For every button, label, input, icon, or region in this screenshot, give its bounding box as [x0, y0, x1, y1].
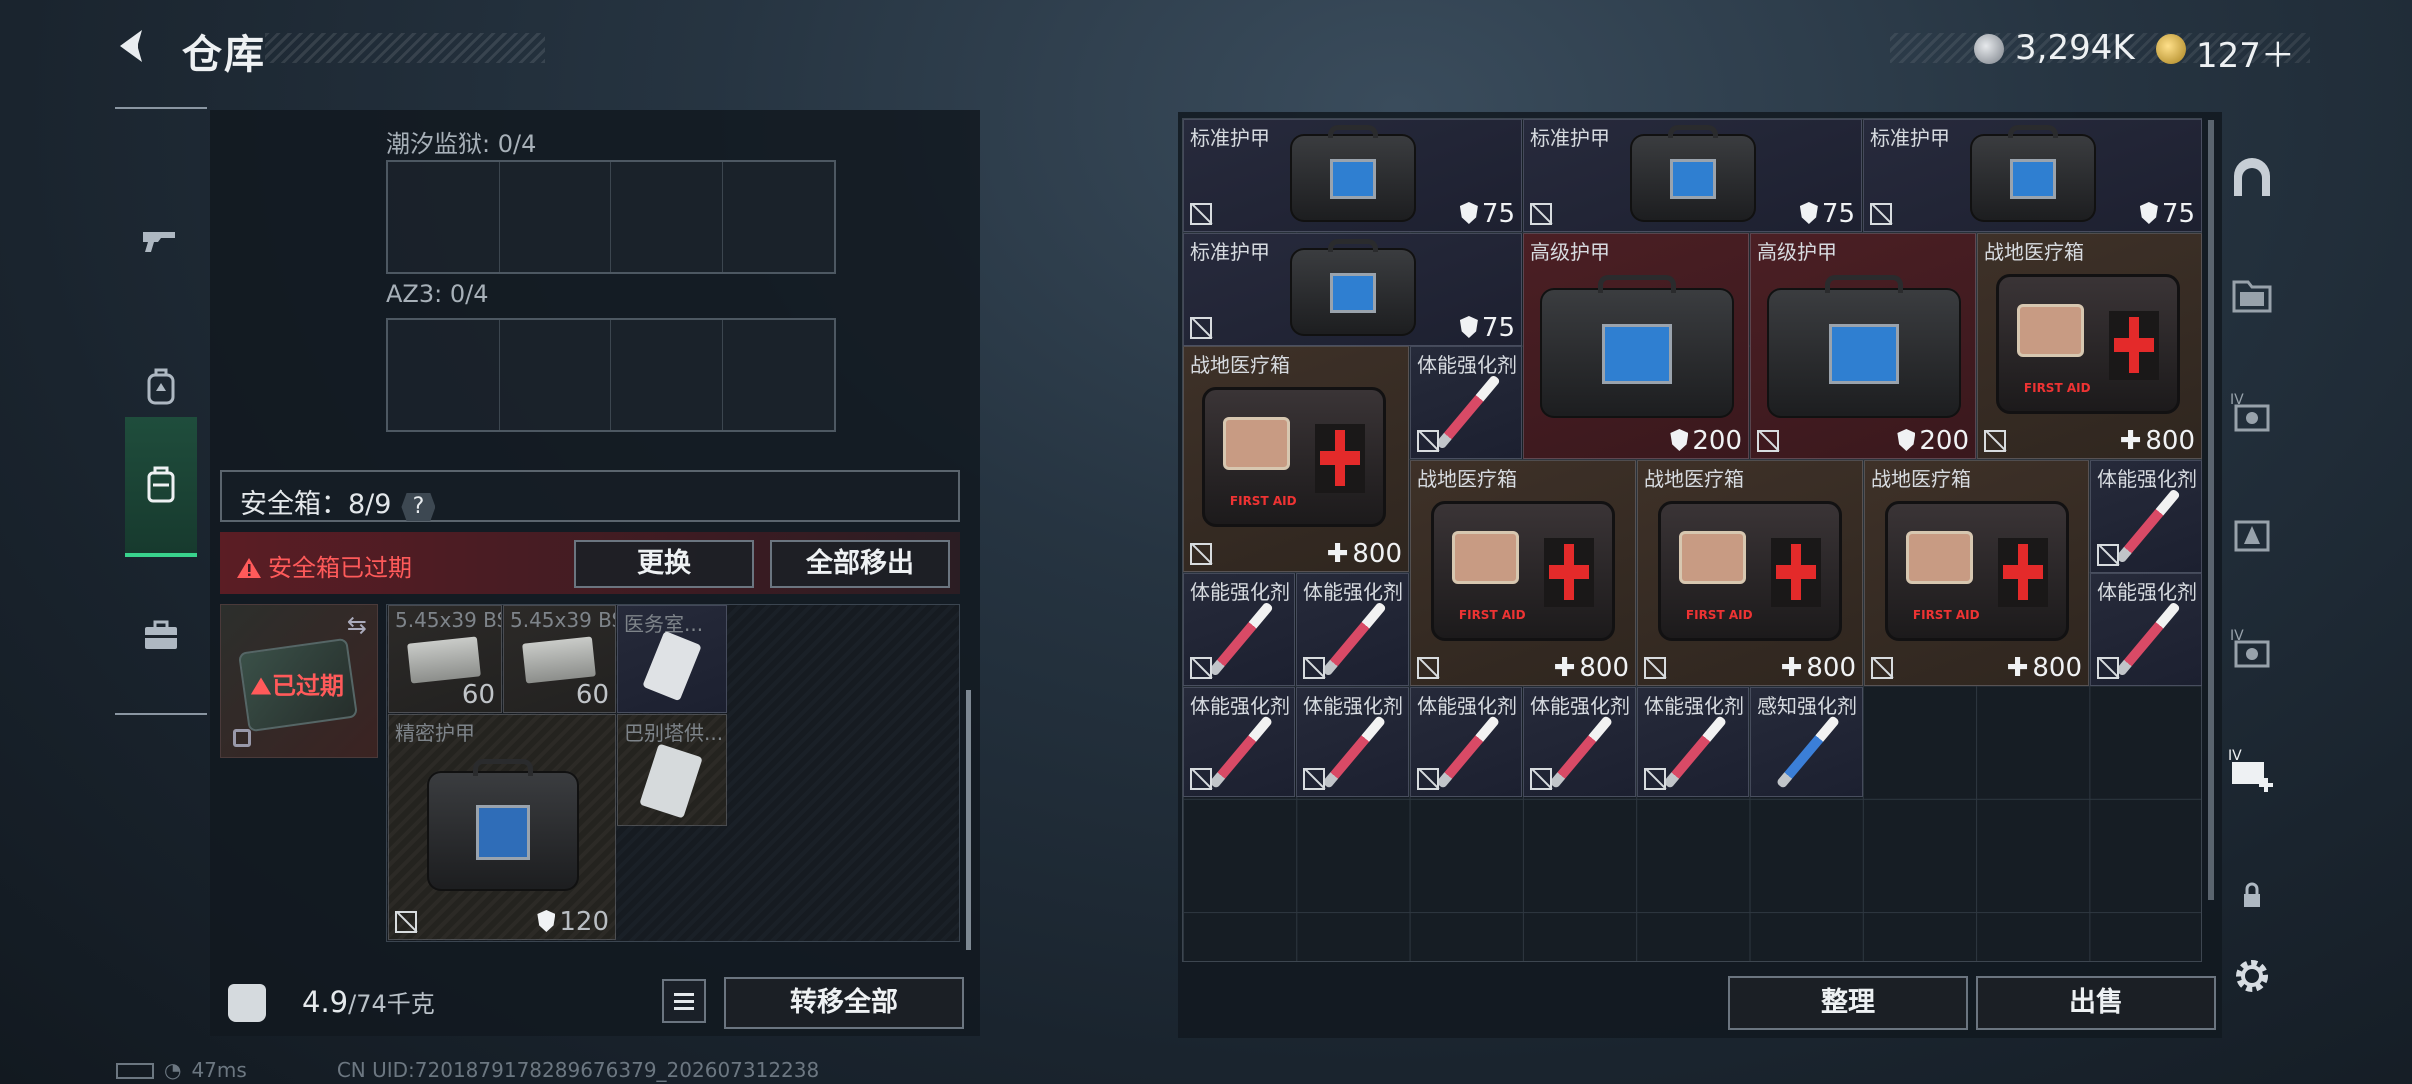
safebox-title: 安全箱：8/9	[240, 489, 392, 520]
inventory-item[interactable]: 精密护甲 120	[388, 714, 616, 940]
storage-iv-2-icon[interactable]: IV	[2226, 624, 2278, 676]
carry-weight: 4.9/74千克	[302, 985, 435, 1019]
left-category-nav	[115, 107, 207, 715]
storage-iv-icon[interactable]: IV	[2226, 388, 2278, 440]
ping-value: 47ms	[191, 1058, 247, 1082]
storage-sidebar: IV IV IV	[2210, 118, 2290, 992]
home-icon[interactable]	[2226, 154, 2278, 206]
warning-icon	[237, 558, 261, 578]
inventory-item[interactable]: 标准护甲 75	[1183, 233, 1522, 346]
warning-icon	[250, 677, 272, 695]
inventory-item[interactable]: 标准护甲 75	[1183, 119, 1522, 232]
expired-banner-text: 安全箱已过期	[236, 548, 412, 583]
lock-icon	[233, 729, 251, 747]
battery-icon	[116, 1063, 154, 1079]
gold-coin-icon	[2156, 34, 2186, 64]
silver-currency-value: 3,294K	[2015, 28, 2135, 68]
transfer-all-button[interactable]: 转移全部	[724, 977, 964, 1029]
inventory-item[interactable]: 5.45x39 BS 60	[388, 605, 502, 713]
inventory-item[interactable]: 体能强化剂	[2090, 573, 2202, 686]
page-title: 仓库	[182, 32, 266, 78]
inventory-item[interactable]: 体能强化剂	[1637, 687, 1749, 797]
svg-text:IV: IV	[2228, 748, 2242, 764]
inventory-item[interactable]: 体能强化剂	[1183, 687, 1295, 797]
container-icon[interactable]	[125, 417, 197, 557]
inventory-item[interactable]: 体能强化剂	[1296, 687, 1409, 797]
title-decoration	[265, 33, 545, 63]
help-icon[interactable]: ?	[401, 493, 436, 521]
pistol-icon[interactable]	[125, 182, 197, 302]
silver-coin-icon	[1974, 34, 2004, 64]
section-label-az3: AZ3: 0/4	[386, 280, 489, 308]
settings-icon[interactable]	[2230, 954, 2274, 998]
inventory-item[interactable]: 战地医疗箱 FIRST AID ✚ 800	[1637, 460, 1863, 686]
add-storage-icon[interactable]: IV	[2226, 744, 2278, 796]
inventory-item[interactable]: 战地医疗箱 FIRST AID ✚ 800	[1183, 346, 1409, 572]
storage-a-icon[interactable]	[2226, 508, 2278, 560]
inventory-item[interactable]: 体能强化剂	[1296, 573, 1409, 686]
sort-button[interactable]: 整理	[1728, 976, 1968, 1030]
inventory-item[interactable]: 标准护甲 75	[1523, 119, 1862, 232]
inventory-item[interactable]: 5.45x39 BS 60	[503, 605, 616, 713]
gold-currency-value[interactable]: 127＋	[2196, 28, 2295, 77]
weight-icon	[228, 984, 266, 1022]
inventory-item[interactable]: 战地医疗箱 FIRST AID ✚ 800	[1977, 233, 2202, 459]
swap-button[interactable]: 更换	[574, 540, 754, 588]
uid-text: CN UID:7201879178289676379_202607312238	[336, 1058, 820, 1082]
inventory-item[interactable]: 高级护甲 200	[1523, 233, 1749, 459]
sell-button[interactable]: 出售	[1976, 976, 2216, 1030]
inventory-item[interactable]: 体能强化剂	[1523, 687, 1636, 797]
list-view-icon[interactable]	[662, 979, 706, 1023]
safebox-header: 安全箱：8/9?	[220, 470, 960, 522]
inventory-item[interactable]: 高级护甲 200	[1750, 233, 1976, 459]
safebox-expired-label: 已过期	[250, 666, 344, 701]
status-line: ◔ 47ms CN UID:7201879178289676379_20260731…	[116, 1058, 819, 1082]
move-all-out-button[interactable]: 全部移出	[770, 540, 950, 588]
loadout-scrollbar[interactable]	[966, 690, 971, 950]
tide-prison-slots[interactable]	[386, 160, 836, 274]
inventory-item[interactable]: 战地医疗箱 FIRST AID ✚ 800	[1410, 460, 1636, 686]
wifi-icon: ◔	[164, 1058, 182, 1082]
inventory-item[interactable]: 体能强化剂	[1410, 687, 1522, 797]
folder-icon[interactable]	[2226, 270, 2278, 322]
swap-arrows-icon: ⇆	[346, 611, 367, 639]
inventory-item[interactable]: 战地医疗箱 FIRST AID ✚ 800	[1864, 460, 2089, 686]
section-label-tide-prison: 潮汐监狱: 0/4	[386, 130, 537, 158]
inventory-item[interactable]: 巴别塔供...	[617, 714, 727, 826]
inventory-item[interactable]: 医务室...	[617, 605, 727, 713]
az3-slots[interactable]	[386, 318, 836, 432]
lock-icon[interactable]	[2234, 878, 2270, 914]
briefcase-icon[interactable]	[125, 575, 197, 695]
inventory-item[interactable]: 体能强化剂	[1183, 573, 1295, 686]
back-arrow-icon[interactable]	[112, 24, 162, 74]
inventory-item[interactable]: 体能强化剂	[2090, 460, 2202, 573]
inventory-item[interactable]: 标准护甲 75	[1863, 119, 2202, 232]
inventory-item[interactable]: 体能强化剂	[1410, 346, 1522, 459]
inventory-item[interactable]: 感知强化剂	[1750, 687, 1863, 797]
